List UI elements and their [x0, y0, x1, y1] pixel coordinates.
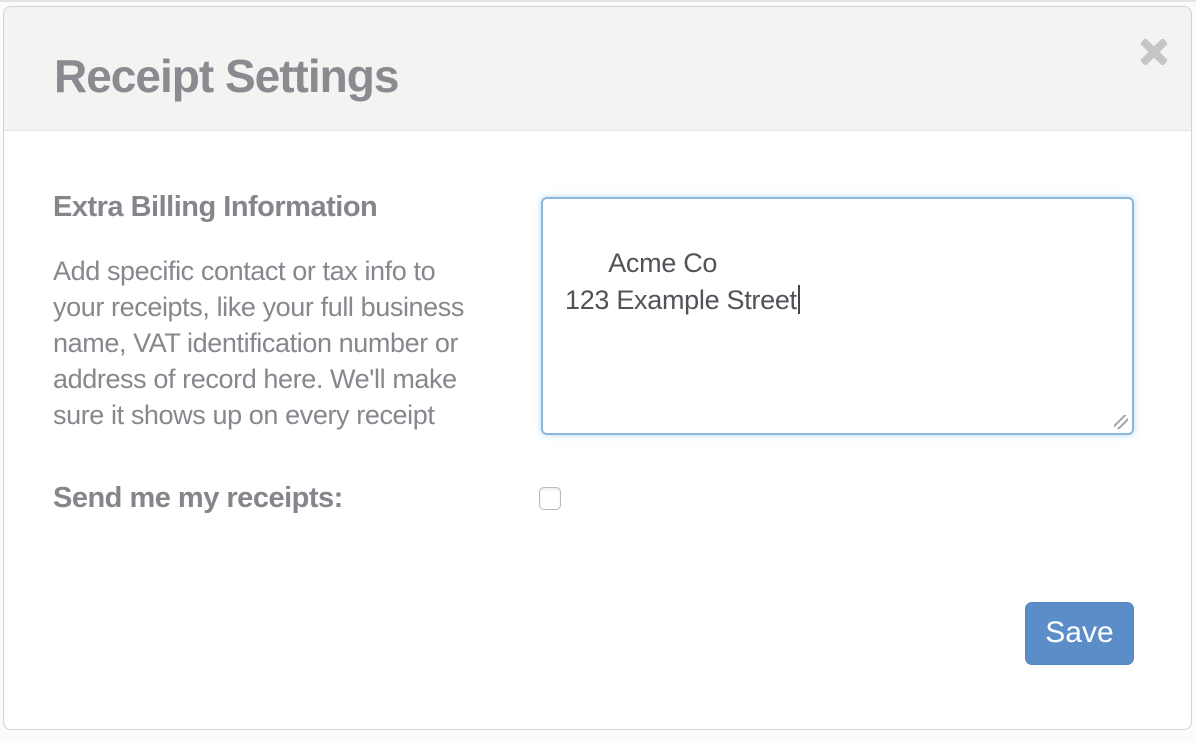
resize-handle-icon[interactable] [1114, 415, 1128, 429]
page-top-edge [0, 0, 1196, 2]
close-button[interactable] [1139, 37, 1169, 67]
page: Receipt Settings Extra Billing Informati… [0, 0, 1196, 742]
modal-header: Receipt Settings [4, 7, 1191, 131]
billing-heading: Extra Billing Information [53, 193, 377, 222]
receipts-checkbox[interactable] [539, 487, 561, 510]
extra-billing-textarea[interactable]: Acme Co 123 Example Street [541, 197, 1134, 435]
text-cursor [798, 285, 800, 314]
modal-title: Receipt Settings [54, 53, 398, 99]
extra-billing-textarea-value: Acme Co 123 Example Street [565, 248, 797, 315]
save-button[interactable]: Save [1025, 602, 1134, 665]
receipts-label: Send me my receipts: [53, 484, 343, 513]
billing-description: Add specific contact or tax info to your… [53, 253, 543, 433]
receipt-settings-modal: Receipt Settings Extra Billing Informati… [3, 6, 1192, 730]
save-button-label: Save [1045, 616, 1113, 650]
